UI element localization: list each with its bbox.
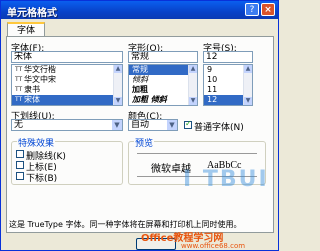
scroll-up-icon[interactable]: ▲ xyxy=(244,65,252,73)
close-button[interactable]: × xyxy=(261,3,275,16)
truetype-icon: TT xyxy=(15,66,23,73)
style-list-scrollbar[interactable]: ▲ ▼ xyxy=(188,65,197,105)
style-list[interactable]: 常规 倾斜 加粗 加粗 倾斜 ▲ ▼ xyxy=(128,64,198,106)
font-input[interactable]: 宋体 xyxy=(11,51,123,63)
chevron-down-icon[interactable]: ▼ xyxy=(167,120,177,130)
font-list-item-selected[interactable]: TT 宋体 xyxy=(12,95,122,105)
normal-font-checkbox[interactable] xyxy=(184,119,192,129)
help-button[interactable]: ? xyxy=(245,3,259,16)
scroll-up-icon[interactable]: ▲ xyxy=(189,65,197,73)
preview-divider xyxy=(137,153,257,154)
scroll-up-icon[interactable]: ▲ xyxy=(114,65,122,73)
superscript-checkbox[interactable] xyxy=(16,161,24,169)
scroll-down-icon[interactable]: ▼ xyxy=(114,97,122,105)
font-list-item-label: 隶书 xyxy=(24,85,40,94)
scroll-down-icon[interactable]: ▼ xyxy=(189,97,197,105)
font-format-dialog: 单元格格式 ? × 字体 字体(F): 宋体 TT 华文行楷 TT 华文中宋 TT 隶… xyxy=(0,0,279,251)
title-bar[interactable]: 单元格格式 ? × xyxy=(1,1,278,19)
font-list-item[interactable]: TT 华文中宋 xyxy=(12,75,122,85)
truetype-icon: TT xyxy=(15,96,23,103)
underline-select[interactable]: 无 ▼ xyxy=(11,119,123,131)
watermark-logo: I TBUI xyxy=(183,167,269,192)
underline-value: 无 xyxy=(14,120,24,130)
font-list-scrollbar[interactable]: ▲ ▼ xyxy=(113,65,122,105)
color-select[interactable]: 自动 ▼ xyxy=(128,119,178,131)
normal-font-label: 普通字体(N) xyxy=(194,123,244,133)
font-list[interactable]: TT 华文行楷 TT 华文中宋 TT 隶书 TT 宋体 ▲ ▼ xyxy=(11,64,123,106)
truetype-icon: TT xyxy=(15,86,23,93)
style-list-item[interactable]: 加粗 倾斜 xyxy=(129,95,197,105)
style-input[interactable]: 常规 xyxy=(128,51,198,63)
truetype-icon: TT xyxy=(15,76,23,83)
color-value: 自动 xyxy=(131,120,150,130)
preview-group-title: 预览 xyxy=(134,136,155,149)
size-list-scrollbar[interactable]: ▲ ▼ xyxy=(243,65,252,105)
tab-font[interactable]: 字体 xyxy=(7,22,45,36)
strikethrough-checkbox[interactable] xyxy=(16,150,24,158)
font-list-item[interactable]: TT 华文行楷 xyxy=(12,65,122,75)
effects-group: 特殊效果 删除线(K) 上标(E) 下标(B) xyxy=(11,136,123,185)
style-list-item[interactable]: 倾斜 xyxy=(129,75,197,85)
size-input[interactable]: 12 xyxy=(203,51,253,63)
font-list-item-label: 宋体 xyxy=(24,95,40,104)
font-list-item-label: 华文中宋 xyxy=(24,75,56,84)
size-list[interactable]: 9 10 11 12 ▲ ▼ xyxy=(203,64,253,106)
scroll-down-icon[interactable]: ▼ xyxy=(244,97,252,105)
chevron-down-icon[interactable]: ▼ xyxy=(112,120,122,130)
style-list-item-selected[interactable]: 常规 xyxy=(129,65,197,75)
effects-group-title: 特殊效果 xyxy=(17,136,56,149)
font-list-item-label: 华文行楷 xyxy=(24,65,56,74)
font-tab-panel: 字体(F): 宋体 TT 华文行楷 TT 华文中宋 TT 隶书 TT 宋体 ▲ ▼ 字形… xyxy=(6,36,274,233)
watermark-url: www.office68.com xyxy=(181,242,246,250)
subscript-checkbox[interactable] xyxy=(16,172,24,180)
font-list-item[interactable]: TT 隶书 xyxy=(12,85,122,95)
dialog-title: 单元格格式 xyxy=(7,8,57,19)
style-list-item[interactable]: 加粗 xyxy=(129,85,197,95)
subscript-label: 下标(B) xyxy=(26,174,58,184)
